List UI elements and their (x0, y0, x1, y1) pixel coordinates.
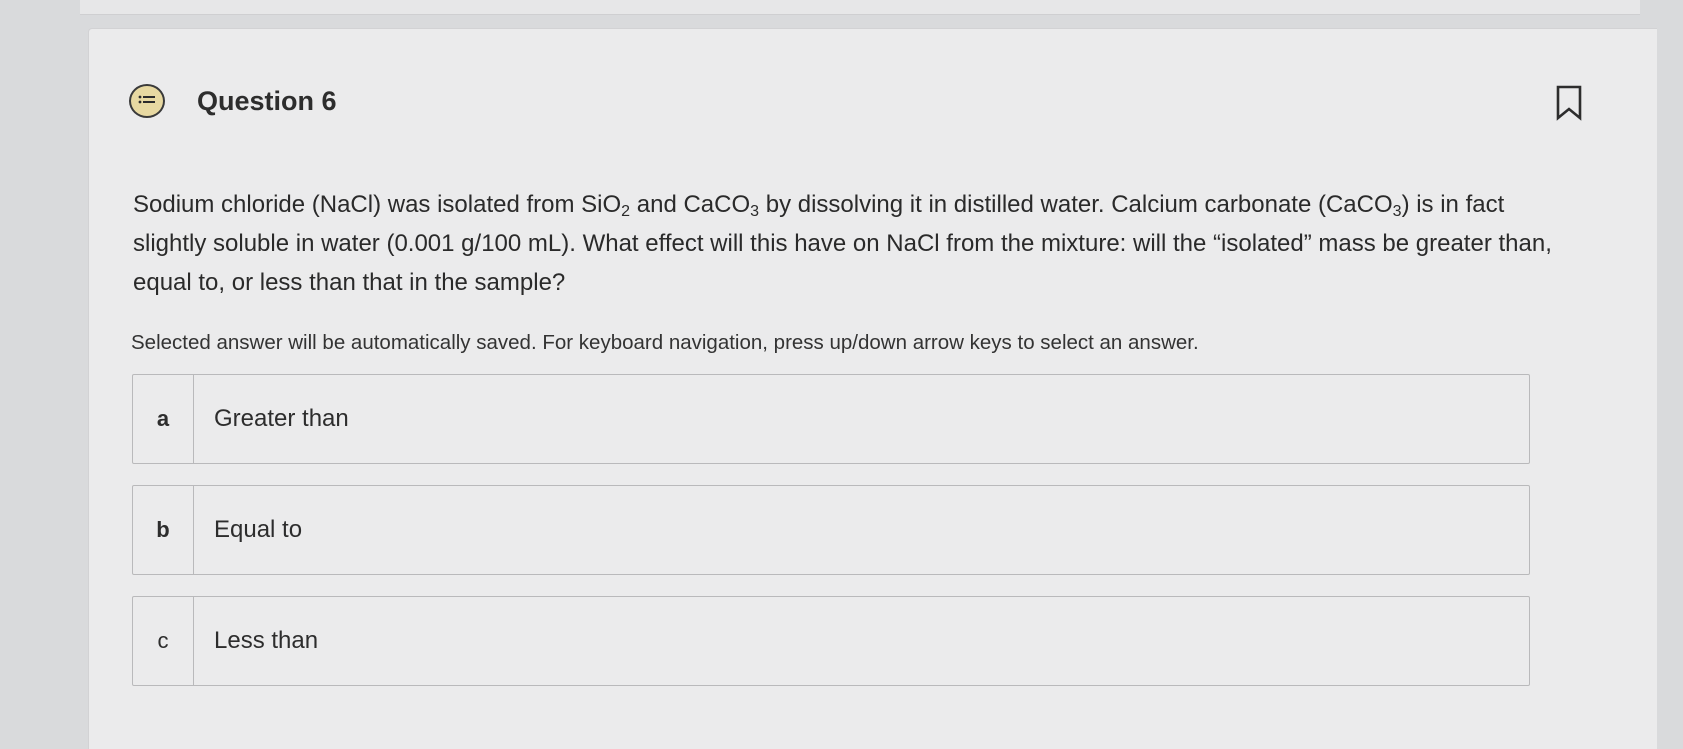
prompt-subscript-1: 2 (621, 203, 631, 220)
top-edge-strip (80, 0, 1640, 15)
option-letter: a (133, 375, 194, 463)
option-label: Greater than (214, 405, 349, 432)
answer-option-c[interactable]: c Less than (132, 596, 1530, 686)
question-list-icon (129, 84, 165, 118)
bookmark-icon[interactable] (1555, 85, 1583, 121)
answer-option-b[interactable]: b Equal to (132, 485, 1530, 575)
answer-option-a[interactable]: a Greater than (132, 374, 1530, 464)
answer-options: a Greater than b Equal to c Less than (132, 374, 1530, 707)
option-label: Equal to (214, 516, 303, 543)
prompt-text-1: Sodium chloride (NaCl) was isolated from… (133, 191, 622, 218)
question-prompt: Sodium chloride (NaCl) was isolated from… (133, 185, 1573, 302)
answer-instructions: Selected answer will be automatically sa… (131, 331, 1199, 354)
option-letter: c (133, 597, 194, 685)
option-letter: b (133, 486, 194, 574)
prompt-text-3: by dissolving it in distilled water. Cal… (759, 191, 1393, 218)
prompt-text-2: and CaCO (630, 191, 751, 218)
prompt-subscript-3: 3 (1392, 203, 1402, 220)
option-label: Less than (214, 627, 319, 654)
question-header: Question 6 (129, 81, 337, 121)
question-title: Question 6 (197, 85, 337, 116)
question-card: Question 6 Sodium chloride (NaCl) was is… (88, 28, 1657, 749)
prompt-subscript-2: 3 (750, 203, 760, 220)
